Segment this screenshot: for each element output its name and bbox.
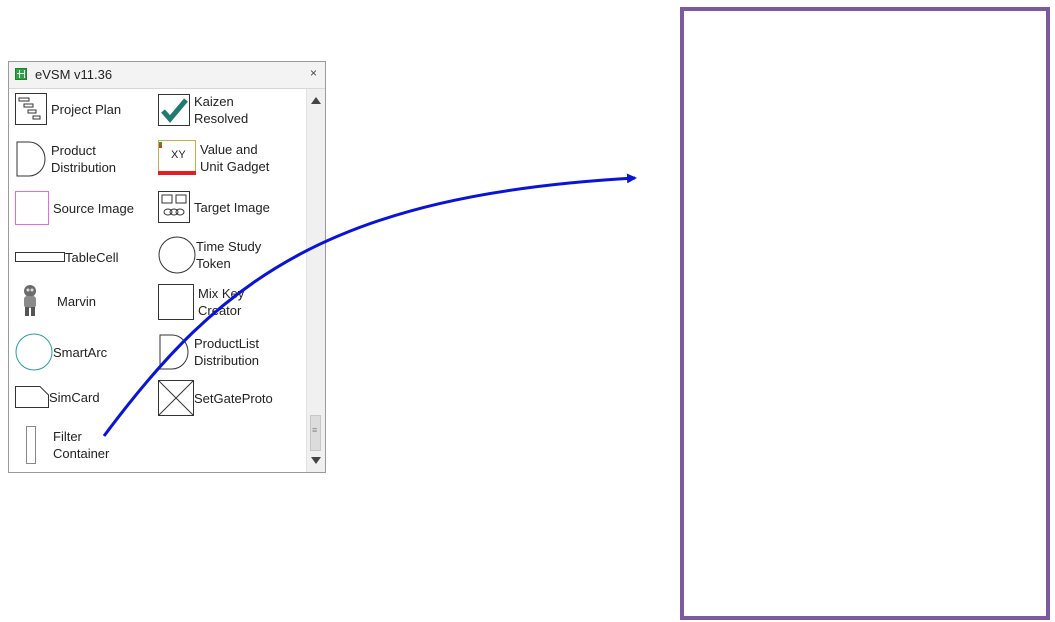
xy-gadget-icon: XY — [158, 140, 196, 176]
shape-source-image[interactable]: Source Image — [15, 191, 134, 225]
shape-productlist-distribution[interactable]: ProductList Distribution — [158, 334, 274, 370]
circle-icon — [158, 235, 196, 275]
shape-target-image[interactable]: Target Image — [158, 191, 270, 223]
shape-label: Time Study Token — [196, 239, 262, 271]
card-icon — [15, 386, 49, 408]
shape-label: Source Image — [53, 200, 134, 216]
shape-label: SimCard — [49, 389, 100, 405]
panel-scrollbar[interactable] — [306, 89, 325, 472]
shape-label: Marvin — [57, 293, 97, 309]
panel-titlebar[interactable]: eVSM v11.36 × — [9, 62, 325, 89]
shape-kaizen-resolved[interactable]: Kaizen Resolved — [158, 93, 254, 127]
shape-label: SetGateProto — [194, 390, 273, 406]
xy-text: XY — [171, 149, 186, 161]
shape-time-study-token[interactable]: Time Study Token — [158, 235, 266, 275]
shape-simcard[interactable]: SimCard — [15, 386, 100, 408]
shape-label: Filter Container — [53, 429, 110, 461]
thin-rectangle-icon — [23, 426, 37, 464]
shape-value-unit-gadget[interactable]: XY Value and Unit Gadget — [158, 140, 272, 176]
shape-marvin[interactable]: Marvin — [15, 284, 96, 318]
shape-setgateproto[interactable]: SetGateProto — [158, 380, 273, 416]
evsm-app-icon — [15, 68, 27, 80]
square-icon — [158, 284, 194, 320]
shape-label: Mix Key Creator — [198, 286, 245, 318]
shape-label: TableCell — [65, 249, 119, 265]
d-shape-icon — [15, 141, 47, 177]
shape-label: Target Image — [194, 199, 270, 215]
shape-label: Kaizen Resolved — [194, 94, 249, 126]
checkmark-icon — [158, 94, 190, 126]
drawing-canvas[interactable] — [680, 7, 1050, 620]
robot-icon — [15, 284, 45, 318]
shape-label: ProductList Distribution — [194, 336, 260, 368]
chain-link-icon — [158, 191, 190, 223]
shape-smartarc[interactable]: SmartArc — [15, 332, 107, 372]
scroll-up-icon[interactable] — [311, 97, 321, 104]
close-icon[interactable]: × — [310, 66, 317, 80]
crossed-box-icon — [158, 380, 194, 416]
evsm-stencil-panel: eVSM v11.36 × Project Plan Kaizen Resolv… — [8, 61, 326, 473]
scroll-thumb[interactable] — [310, 415, 321, 451]
teal-circle-icon — [15, 332, 53, 372]
shape-label: Product Distribution — [51, 143, 117, 175]
shape-label: SmartArc — [53, 344, 108, 360]
shape-mix-key-creator[interactable]: Mix Key Creator — [158, 284, 258, 320]
shape-label: Value and Unit Gadget — [200, 142, 270, 174]
d-shape-icon — [158, 334, 190, 370]
gantt-icon — [15, 93, 47, 125]
pink-square-icon — [15, 191, 49, 225]
shape-filter-container[interactable]: Filter Container — [23, 426, 123, 464]
shape-tablecell[interactable]: TableCell — [15, 237, 118, 277]
rectangle-icon — [15, 237, 65, 277]
scroll-down-icon[interactable] — [311, 457, 321, 464]
shape-product-distribution[interactable]: Product Distribution — [15, 141, 131, 177]
shape-project-plan[interactable]: Project Plan — [15, 93, 121, 125]
panel-title: eVSM v11.36 — [35, 67, 113, 82]
shape-label: Project Plan — [51, 101, 122, 117]
